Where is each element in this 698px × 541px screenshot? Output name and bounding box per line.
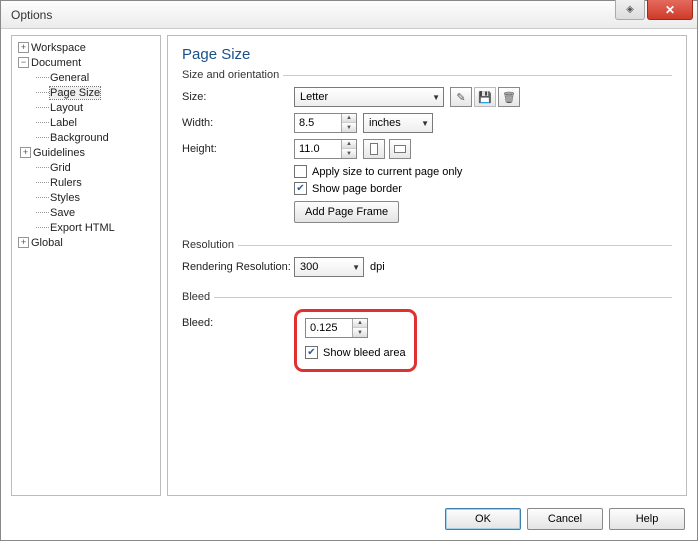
size-label: Size:: [182, 91, 294, 103]
size-orientation-group: Size and orientation Size: Letter▼ ✎ 💾 🗑…: [182, 69, 672, 231]
page-title: Page Size: [182, 46, 672, 63]
edit-preset-button[interactable]: ✎: [450, 87, 472, 107]
tree-label[interactable]: Label: [14, 115, 158, 130]
spin-down-icon[interactable]: ▼: [342, 149, 356, 158]
resolution-group: Resolution Rendering Resolution: 300▼ dp…: [182, 239, 672, 283]
tree-rulers[interactable]: Rulers: [14, 175, 158, 190]
tree-grid[interactable]: Grid: [14, 160, 158, 175]
window-title: Options: [11, 8, 52, 22]
tree-workspace[interactable]: +Workspace: [14, 40, 158, 55]
bleed-spinner[interactable]: ▲▼: [305, 318, 368, 338]
tree-general[interactable]: General: [14, 70, 158, 85]
delete-preset-button[interactable]: 🗑: [498, 87, 520, 107]
spin-down-icon[interactable]: ▼: [353, 328, 367, 337]
cancel-button[interactable]: Cancel: [527, 508, 603, 530]
titlebar: Options ◈ ✕: [1, 1, 697, 29]
height-spinner[interactable]: ▲▼: [294, 139, 357, 159]
show-bleed-checkbox[interactable]: ✔: [305, 346, 318, 359]
tree-document[interactable]: −Document: [14, 55, 158, 70]
tree-pagesize[interactable]: Page Size: [14, 85, 158, 100]
show-border-row[interactable]: ✔ Show page border: [294, 182, 672, 195]
spin-up-icon[interactable]: ▲: [342, 140, 356, 149]
help-button[interactable]: Help: [609, 508, 685, 530]
bleed-input[interactable]: [306, 319, 352, 337]
show-bleed-label: Show bleed area: [323, 347, 406, 359]
dpi-label: dpi: [370, 261, 385, 273]
tree-guidelines[interactable]: +Guidelines: [14, 145, 158, 160]
tree-global[interactable]: +Global: [14, 235, 158, 250]
options-dialog: Options ◈ ✕ +Workspace −Document General…: [0, 0, 698, 541]
render-res-combo[interactable]: 300▼: [294, 257, 364, 277]
bleed-legend: Bleed: [182, 291, 214, 303]
close-button[interactable]: ✕: [647, 0, 693, 20]
save-preset-button[interactable]: 💾: [474, 87, 496, 107]
tree-save[interactable]: Save: [14, 205, 158, 220]
height-input[interactable]: [295, 140, 341, 158]
chevron-down-icon: ▼: [432, 93, 440, 102]
chevron-down-icon: ▼: [421, 119, 429, 128]
apply-current-label: Apply size to current page only: [312, 166, 462, 178]
height-label: Height:: [182, 143, 294, 155]
dialog-buttons: OK Cancel Help: [445, 508, 685, 530]
category-tree[interactable]: +Workspace −Document General Page Size L…: [11, 35, 161, 496]
add-page-frame-button[interactable]: Add Page Frame: [294, 201, 399, 223]
apply-current-row[interactable]: Apply size to current page only: [294, 165, 672, 178]
width-spinner[interactable]: ▲▼: [294, 113, 357, 133]
size-combo[interactable]: Letter▼: [294, 87, 444, 107]
tree-exporthtml[interactable]: Export HTML: [14, 220, 158, 235]
tree-background[interactable]: Background: [14, 130, 158, 145]
tree-layout[interactable]: Layout: [14, 100, 158, 115]
tree-styles[interactable]: Styles: [14, 190, 158, 205]
landscape-button[interactable]: [389, 139, 411, 159]
size-orient-legend: Size and orientation: [182, 69, 283, 81]
width-input[interactable]: [295, 114, 341, 132]
settings-panel: Page Size Size and orientation Size: Let…: [167, 35, 687, 496]
render-res-label: Rendering Resolution:: [182, 261, 294, 273]
chevron-down-icon: ▼: [352, 263, 360, 272]
show-border-checkbox[interactable]: ✔: [294, 182, 307, 195]
pin-button[interactable]: ◈: [615, 0, 645, 20]
bleed-group: Bleed Bleed: ▲▼ ✔ Show bleed area: [182, 291, 672, 378]
resolution-legend: Resolution: [182, 239, 238, 251]
bleed-label: Bleed:: [182, 309, 294, 329]
spin-down-icon[interactable]: ▼: [342, 123, 356, 132]
width-label: Width:: [182, 117, 294, 129]
show-border-label: Show page border: [312, 183, 402, 195]
bleed-highlight: ▲▼ ✔ Show bleed area: [294, 309, 417, 372]
spin-up-icon[interactable]: ▲: [353, 319, 367, 328]
units-combo[interactable]: inches▼: [363, 113, 433, 133]
show-bleed-row[interactable]: ✔ Show bleed area: [305, 346, 406, 359]
ok-button[interactable]: OK: [445, 508, 521, 530]
portrait-button[interactable]: [363, 139, 385, 159]
apply-current-checkbox[interactable]: [294, 165, 307, 178]
spin-up-icon[interactable]: ▲: [342, 114, 356, 123]
